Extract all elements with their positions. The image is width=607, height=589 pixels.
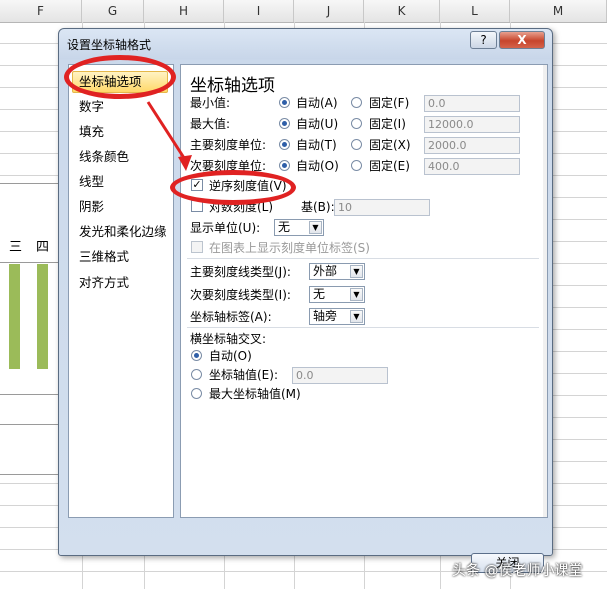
annotation-arrow-icon <box>146 101 192 171</box>
watermark: 头条 @侯老师小课堂 <box>452 563 583 579</box>
